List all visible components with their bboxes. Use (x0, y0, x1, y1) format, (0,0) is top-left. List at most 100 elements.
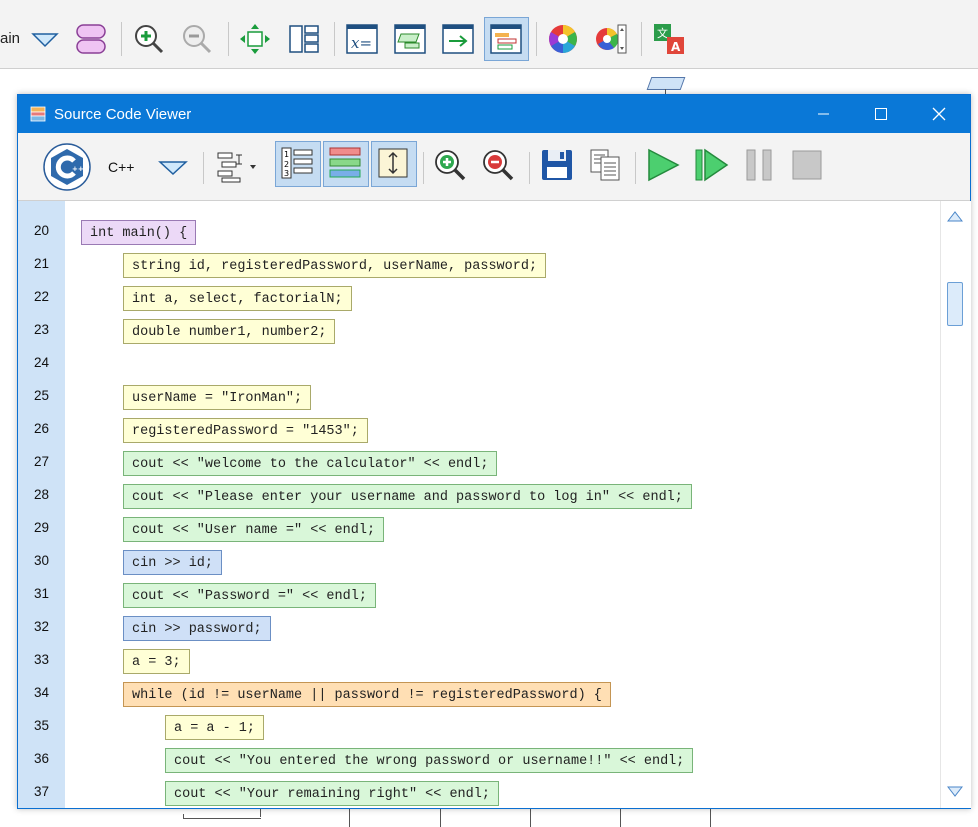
toolbar-separator (121, 22, 122, 56)
scroll-down-icon[interactable] (947, 786, 963, 798)
svg-text:3: 3 (284, 169, 289, 178)
step-icon[interactable] (693, 147, 729, 183)
cpp-logo-icon[interactable]: ++ (42, 142, 92, 192)
structure-menu-icon[interactable] (214, 149, 262, 185)
code-block-declaration[interactable]: double number1, number2; (123, 319, 336, 344)
flowchart-connector (710, 807, 711, 827)
code-block-input[interactable]: cin >> id; (123, 550, 223, 575)
code-block-output[interactable]: cout << "Please enter your username and … (123, 484, 692, 509)
flowchart-connector (530, 807, 531, 827)
language-label[interactable]: C++ (108, 159, 134, 175)
code-block-declaration[interactable]: string id, registeredPassword, userName,… (123, 253, 547, 278)
line-number: 30 (33, 553, 50, 568)
line-numbers-icon[interactable]: 123 (279, 145, 315, 181)
zoom-in-icon[interactable] (432, 147, 468, 183)
toolbar-separator (536, 22, 537, 56)
line-number: 20 (33, 223, 50, 238)
line-number: 25 (33, 388, 50, 403)
line-number: 27 (33, 454, 50, 469)
toolbar-separator (203, 152, 204, 184)
color-wheel-icon[interactable] (546, 22, 580, 56)
window-title: Source Code Viewer (54, 106, 192, 123)
zoom-out-icon[interactable] (480, 147, 516, 183)
code-block-output[interactable]: cout << "welcome to the calculator" << e… (123, 451, 498, 476)
translate-icon[interactable]: 文A (652, 22, 686, 56)
line-number: 37 (33, 784, 50, 799)
shape-icon[interactable] (74, 22, 108, 56)
line-number: 33 (33, 652, 50, 667)
flowchart-connector (349, 807, 350, 827)
dropdown-arrow-icon[interactable] (28, 22, 62, 56)
code-editor[interactable]: int main() { string id, registeredPasswo… (65, 201, 940, 808)
svg-text:A: A (671, 40, 681, 54)
toolbar-separator (228, 22, 229, 56)
flowchart-connector (440, 807, 441, 827)
svg-text:1: 1 (284, 150, 289, 159)
viewer-toolbar: ++ C++ 123 (18, 133, 970, 201)
title-bar[interactable]: Source Code Viewer (18, 95, 970, 133)
color-blocks-icon[interactable] (327, 145, 363, 181)
function-selector-label[interactable]: ain (0, 30, 20, 47)
layout-icon[interactable] (287, 22, 321, 56)
save-icon[interactable] (539, 147, 575, 183)
code-block-function[interactable]: int main() { (81, 220, 197, 245)
scrollbar-thumb[interactable] (947, 282, 963, 326)
flowchart-connector (183, 818, 261, 819)
process-icon[interactable] (393, 22, 427, 56)
svg-text:x=: x= (351, 34, 372, 52)
code-block-while-loop[interactable]: while (id != userName || password != reg… (123, 682, 611, 707)
code-block-input[interactable]: cin >> password; (123, 616, 271, 641)
line-number: 31 (33, 586, 50, 601)
code-view-icon[interactable] (489, 22, 523, 56)
svg-text:++: ++ (72, 165, 84, 173)
language-dropdown-icon[interactable] (155, 150, 191, 186)
line-number: 29 (33, 520, 50, 535)
code-block-assignment[interactable]: userName = "IronMan"; (123, 385, 312, 410)
line-number: 21 (33, 256, 50, 271)
toolbar-separator (529, 152, 530, 184)
toolbar-separator (334, 22, 335, 56)
code-block-output[interactable]: cout << "You entered the wrong password … (165, 748, 694, 773)
toolbar-separator (635, 152, 636, 184)
scroll-up-icon[interactable] (947, 210, 963, 222)
copy-icon[interactable] (587, 147, 623, 183)
zoom-out-icon[interactable] (180, 22, 214, 56)
line-number: 36 (33, 751, 50, 766)
close-icon[interactable] (910, 95, 968, 133)
fit-icon[interactable] (238, 22, 272, 56)
zoom-in-icon[interactable] (132, 22, 166, 56)
fit-height-icon[interactable] (375, 145, 411, 181)
maximize-icon[interactable] (852, 95, 910, 133)
background-toolbar: ain x= 文A (0, 0, 978, 69)
variable-icon[interactable]: x= (345, 22, 379, 56)
color-picker-icon[interactable] (594, 22, 628, 56)
flowchart-connector (620, 807, 621, 827)
vertical-scrollbar[interactable] (940, 201, 971, 808)
minimize-icon[interactable] (794, 95, 852, 133)
toolbar-separator (423, 152, 424, 184)
code-block-assignment[interactable]: registeredPassword = "1453"; (123, 418, 368, 443)
code-block-assignment[interactable]: a = 3; (123, 649, 190, 674)
line-number: 24 (33, 355, 50, 370)
line-number: 34 (33, 685, 50, 700)
svg-text:文: 文 (657, 26, 668, 40)
pause-icon[interactable] (741, 147, 777, 183)
output-icon[interactable] (441, 22, 475, 56)
code-block-output[interactable]: cout << "Password =" << endl; (123, 583, 376, 608)
line-number: 28 (33, 487, 50, 502)
source-code-viewer-window: Source Code Viewer ++ C++ 123 20 21 22 2… (17, 94, 971, 809)
toolbar-separator (641, 22, 642, 56)
line-number: 26 (33, 421, 50, 436)
code-block-output[interactable]: cout << "Your remaining right" << endl; (165, 781, 499, 806)
code-block-assignment[interactable]: a = a - 1; (165, 715, 265, 740)
line-number-gutter: 20 21 22 23 24 25 26 27 28 29 30 31 32 3… (18, 201, 65, 808)
line-number: 35 (33, 718, 50, 733)
stop-icon[interactable] (789, 147, 825, 183)
line-number: 32 (33, 619, 50, 634)
code-block-declaration[interactable]: int a, select, factorialN; (123, 286, 352, 311)
run-icon[interactable] (645, 147, 681, 183)
line-number: 23 (33, 322, 50, 337)
flowchart-input-node[interactable] (646, 77, 686, 90)
app-icon (30, 106, 46, 122)
code-block-output[interactable]: cout << "User name =" << endl; (123, 517, 385, 542)
